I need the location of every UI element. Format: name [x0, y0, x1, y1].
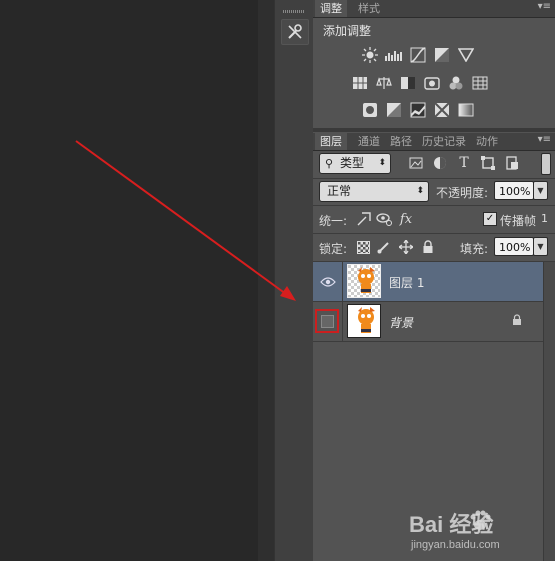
photo-filter-icon[interactable]	[423, 75, 441, 91]
baidu-watermark: Bai 经验 jingyan.baidu.com	[409, 509, 549, 557]
blend-mode-dropdown[interactable]: 正常 ⬍	[319, 181, 429, 202]
lock-icon	[513, 314, 521, 325]
lock-all-icon[interactable]	[419, 239, 437, 255]
layers-tabbar: 图层 通道 路径 历史记录 动作 ▾≡	[313, 133, 555, 151]
filter-smart-object-icon[interactable]	[503, 155, 521, 171]
levels-icon[interactable]	[385, 47, 403, 63]
color-lookup-icon[interactable]	[471, 75, 489, 91]
filter-toggle-switch[interactable]	[541, 153, 551, 175]
layer-row-layer-1[interactable]: 图层 1	[313, 262, 543, 301]
unify-position-icon[interactable]	[355, 211, 373, 227]
filter-adjustment-icon[interactable]	[431, 155, 449, 171]
filter-kind-label: 类型	[340, 156, 365, 170]
fill-input[interactable]: 100%	[494, 237, 534, 256]
document-canvas-area[interactable]	[0, 0, 258, 561]
fill-dropdown-button[interactable]: ▼	[533, 237, 548, 256]
filter-shape-icon[interactable]	[479, 155, 497, 171]
panel-menu-icon[interactable]: ▾≡	[538, 1, 551, 12]
tab-actions[interactable]: 动作	[471, 133, 503, 150]
updown-arrows-icon: ⬍	[416, 186, 424, 196]
vibrance-icon[interactable]	[457, 47, 475, 63]
brightness-contrast-icon[interactable]	[361, 47, 379, 63]
layer-row-background[interactable]: 背景	[313, 302, 543, 341]
adjustment-row-1	[361, 47, 475, 63]
threshold-icon[interactable]	[409, 102, 427, 118]
highlight-box	[315, 309, 339, 333]
panel-dock-column	[274, 0, 314, 561]
tab-history[interactable]: 历史记录	[417, 133, 471, 150]
search-icon: ⚲	[325, 157, 334, 170]
dock-grip[interactable]	[283, 10, 305, 13]
layer-thumbnail	[347, 264, 381, 298]
unify-label: 统一:	[319, 214, 348, 228]
lock-label: 锁定:	[319, 242, 348, 256]
blend-mode-label: 正常	[327, 184, 352, 198]
filter-pixel-icon[interactable]	[407, 155, 425, 171]
tools-icon	[288, 24, 302, 39]
propagate-checkbox[interactable]: ✓	[483, 212, 497, 226]
tab-styles[interactable]: 样式	[353, 0, 385, 17]
gradient-map-icon[interactable]	[457, 102, 475, 118]
layer-filter-dropdown[interactable]: ⚲ 类型 ⬍	[319, 153, 391, 174]
eye-icon	[319, 276, 336, 287]
lock-image-brush-icon[interactable]	[375, 239, 393, 255]
curves-icon[interactable]	[409, 47, 427, 63]
adjustment-row-3	[361, 102, 475, 118]
lock-position-move-icon[interactable]	[397, 239, 415, 255]
layer-name[interactable]: 背景	[389, 314, 413, 331]
unify-style-icon[interactable]: fx	[397, 211, 415, 227]
layer-visibility-toggle[interactable]	[313, 262, 343, 301]
opacity-dropdown-button[interactable]: ▼	[533, 181, 548, 200]
add-adjustment-title: 添加调整	[323, 24, 372, 38]
exposure-icon[interactable]	[433, 47, 451, 63]
propagate-frame-value: 1	[541, 212, 548, 225]
invert-icon[interactable]	[361, 102, 379, 118]
black-white-icon[interactable]	[399, 75, 417, 91]
tab-adjustments[interactable]: 调整	[315, 0, 347, 17]
layer-thumbnail	[347, 304, 381, 338]
hue-saturation-icon[interactable]	[351, 75, 369, 91]
panel-separator	[313, 128, 555, 132]
unify-visibility-icon[interactable]	[375, 211, 393, 227]
layer-name[interactable]: 图层 1	[389, 274, 424, 291]
divider	[313, 341, 543, 342]
tool-presets-button[interactable]	[281, 19, 309, 45]
layers-panel-menu-icon[interactable]: ▾≡	[538, 134, 551, 145]
divider	[313, 205, 555, 206]
watermark-brand: Bai 经验	[409, 512, 494, 537]
selective-color-icon[interactable]	[433, 102, 451, 118]
tab-paths[interactable]: 路径	[385, 133, 417, 150]
opacity-label: 不透明度:	[436, 186, 489, 200]
lock-transparent-icon[interactable]	[357, 241, 370, 254]
tab-channels[interactable]: 通道	[353, 133, 385, 150]
fill-label: 填充:	[460, 242, 489, 256]
mascot-image	[358, 267, 375, 293]
adjustments-tabbar: 调整 样式 ▾≡	[313, 0, 555, 18]
divider	[313, 233, 555, 234]
mascot-image	[358, 307, 375, 333]
filter-icons: T	[407, 155, 521, 171]
watermark-url: jingyan.baidu.com	[411, 539, 500, 551]
posterize-icon[interactable]	[385, 102, 403, 118]
tab-layers[interactable]: 图层	[315, 133, 347, 150]
propagate-label: 传播帧	[500, 214, 537, 228]
canvas-edge	[258, 0, 274, 561]
right-panels: 调整 样式 ▾≡ 添加调整 图层 通道 路径 历史记录 动作 ▾≡ ⚲ 类型 ⬍…	[313, 0, 555, 561]
color-balance-icon[interactable]	[375, 75, 393, 91]
filter-type-icon[interactable]: T	[455, 155, 473, 171]
divider	[313, 178, 555, 179]
opacity-input[interactable]: 100%	[494, 181, 534, 200]
updown-arrows-icon: ⬍	[378, 158, 386, 168]
adjustment-row-2	[351, 75, 489, 91]
channel-mixer-icon[interactable]	[447, 75, 465, 91]
